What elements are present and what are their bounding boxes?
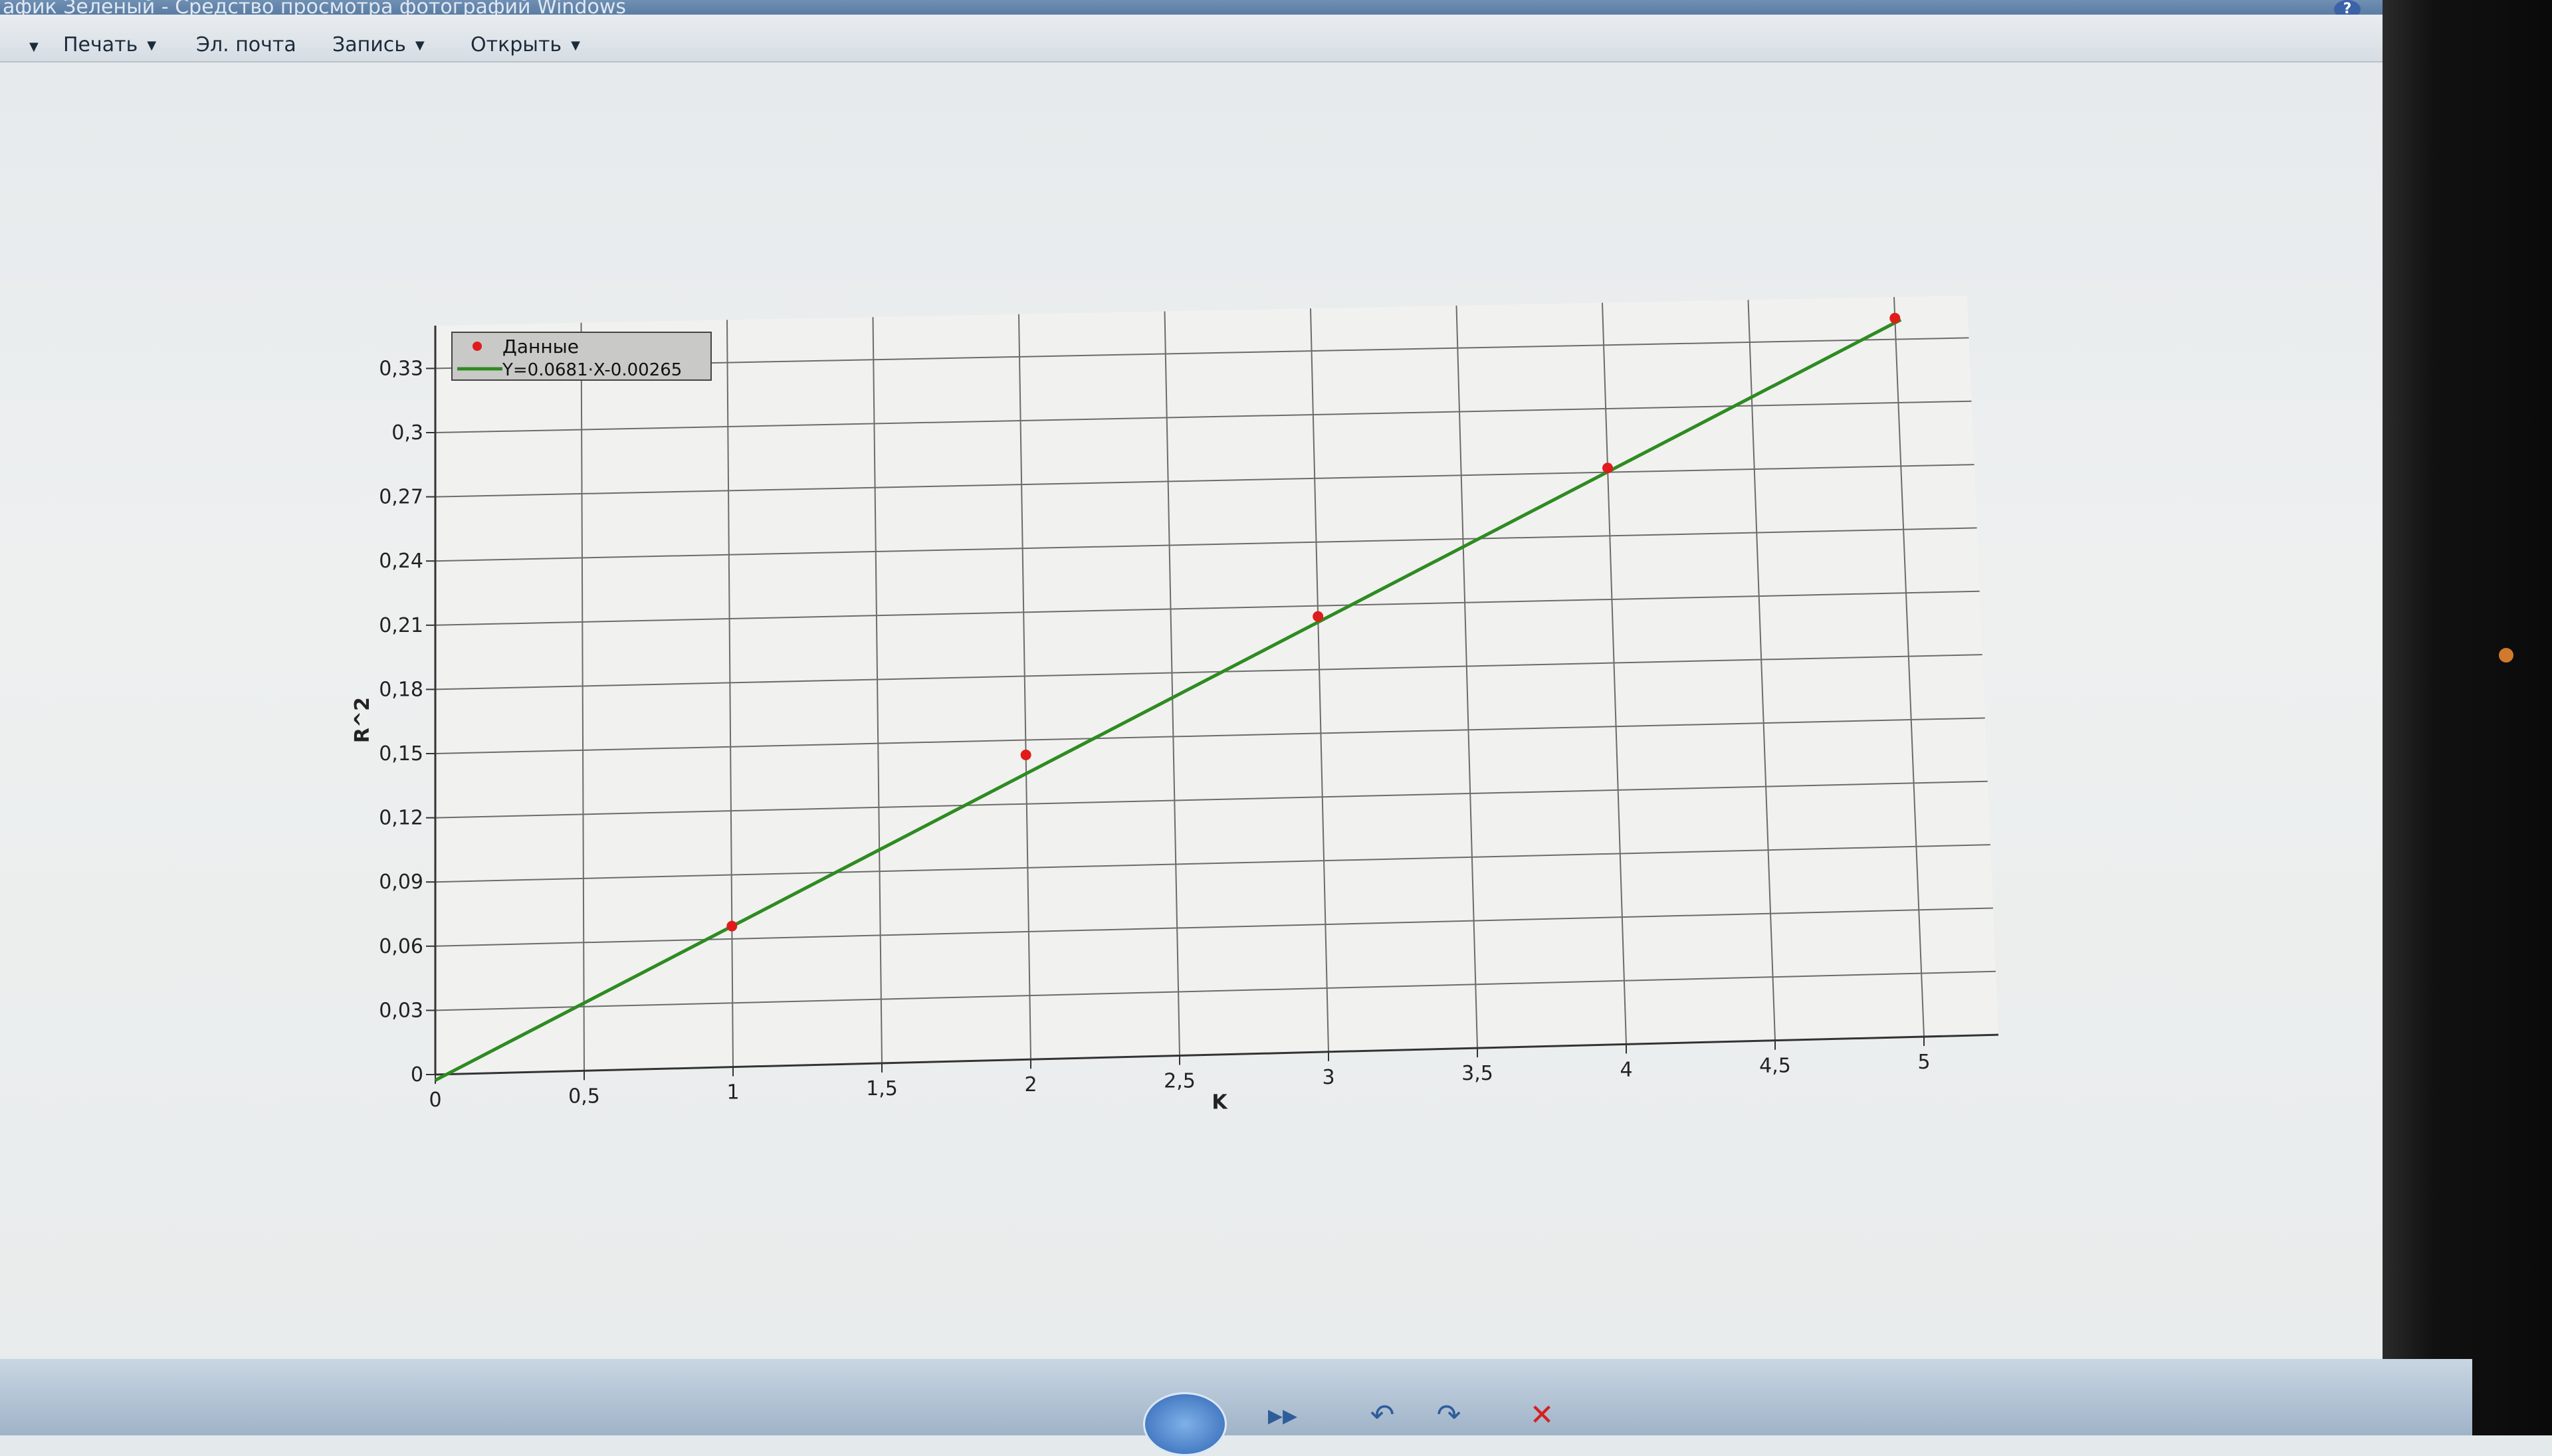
x-tick-label: 0 — [429, 1089, 441, 1112]
next-icon[interactable]: ▸▸ — [1263, 1396, 1303, 1435]
power-led — [2499, 648, 2513, 663]
x-tick-label: 2,5 — [1164, 1070, 1196, 1093]
chart-svg: 0 0,5 1 1,5 2 2,5 3 3,5 4 4,5 5 0 0,03 0,06 0,09 0,12 0,… — [351, 295, 1999, 1114]
x-tick-label: 1,5 — [866, 1077, 898, 1100]
data-point — [726, 920, 738, 932]
y-tick-label: 0,33 — [379, 357, 423, 380]
rotate-left-icon[interactable]: ↶ — [1362, 1396, 1402, 1435]
legend-label-data: Данные — [502, 336, 579, 358]
x-tick-label: 2 — [1024, 1073, 1037, 1096]
y-tick-label: 0 — [411, 1063, 423, 1087]
y-tick-label: 0,09 — [379, 871, 423, 894]
slideshow-icon[interactable] — [1143, 1392, 1227, 1456]
data-point — [1020, 750, 1031, 761]
y-tick-label: 0,03 — [379, 999, 423, 1022]
y-tick-label: 0,24 — [379, 550, 423, 573]
y-tick-label: 0,15 — [379, 742, 423, 766]
viewer-control-bar — [0, 1359, 2472, 1435]
y-tick-label: 0,3 — [391, 421, 423, 445]
x-tick-label: 1 — [726, 1081, 739, 1104]
rotate-right-icon[interactable]: ↷ — [1429, 1396, 1469, 1435]
x-tick-label: 0,5 — [568, 1085, 600, 1108]
x-tick-label: 4,5 — [1759, 1055, 1791, 1078]
y-tick-label: 0,12 — [379, 807, 423, 830]
y-tick-label: 0,06 — [379, 935, 423, 958]
data-point — [1889, 312, 1901, 324]
chart-area: 0 0,5 1 1,5 2 2,5 3 3,5 4 4,5 5 0 0,03 0,06 0,09 0,12 0,… — [0, 0, 2552, 1435]
y-tick-label: 0,21 — [379, 614, 423, 637]
delete-icon[interactable]: ✕ — [1522, 1396, 1562, 1435]
y-tick-label: 0,27 — [379, 486, 423, 509]
y-axis-label: R^2 — [351, 697, 374, 743]
x-tick-label: 4 — [1620, 1058, 1632, 1081]
x-tick-label: 3 — [1322, 1066, 1334, 1089]
x-tick-label: 5 — [1917, 1051, 1930, 1074]
x-tick-label: 3,5 — [1461, 1062, 1493, 1085]
y-tick-label: 0,18 — [379, 678, 423, 701]
x-axis-label: K — [1212, 1091, 1228, 1114]
legend-label-fit: Y=0.0681·X-0.00265 — [502, 360, 682, 380]
legend-points-marker — [473, 342, 482, 351]
monitor-bezel — [2383, 0, 2552, 1435]
data-point — [1602, 463, 1614, 474]
data-point — [1313, 611, 1324, 622]
